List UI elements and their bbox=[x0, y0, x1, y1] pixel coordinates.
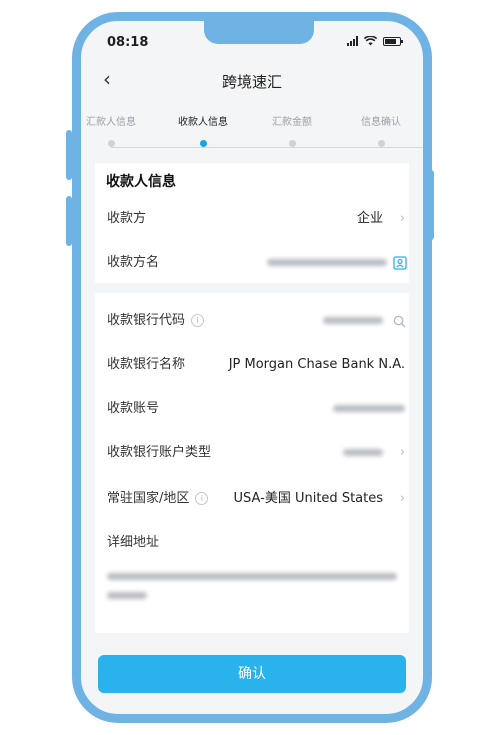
country-label-text: 常驻国家/地区 bbox=[107, 491, 190, 506]
step-sender-info: 汇款人信息 bbox=[81, 113, 151, 147]
progress-steps: 汇款人信息 收款人信息 汇款金额 信息确认 bbox=[81, 113, 423, 153]
step-dot-active bbox=[199, 140, 207, 147]
chevron-right-icon: › bbox=[399, 491, 405, 506]
status-bar: 08:18 bbox=[81, 21, 423, 61]
battery-icon bbox=[383, 36, 403, 46]
step-dot bbox=[377, 140, 385, 147]
bank-code-value-redacted bbox=[323, 309, 383, 333]
signal-icon bbox=[347, 36, 358, 46]
confirm-button[interactable]: 确认 bbox=[98, 655, 406, 693]
phone-frame: 08:18 ‹ 跨境速汇 汇款人信息 收款人信息 汇款金额 信息确认 收款方 企… bbox=[72, 12, 432, 723]
page-title: 跨境速汇 bbox=[221, 73, 282, 91]
country-label: 常驻国家/地区 i bbox=[107, 487, 209, 511]
bank-code-label-text: 收款银行代码 bbox=[107, 313, 186, 328]
account-type-row[interactable]: 收款银行账户类型 › bbox=[95, 441, 409, 485]
account-number-label: 收款账号 bbox=[107, 401, 160, 416]
bank-name-value: JP Morgan Chase Bank N.A. bbox=[228, 357, 405, 372]
wifi-icon bbox=[364, 36, 377, 46]
chevron-right-icon: › bbox=[399, 211, 405, 226]
country-value: USA-美国 United States bbox=[233, 491, 383, 506]
contact-book-icon[interactable] bbox=[393, 256, 407, 270]
step-dot bbox=[288, 140, 296, 147]
step-label: 信息确认 bbox=[361, 117, 401, 128]
step-label: 汇款人信息 bbox=[86, 117, 136, 128]
payee-name-value-redacted bbox=[267, 251, 387, 275]
search-icon[interactable] bbox=[393, 315, 406, 328]
section-title: 收款人信息 bbox=[106, 174, 176, 190]
step-amount: 汇款金额 bbox=[252, 113, 332, 147]
payee-type-row[interactable]: 收款方 企业 › bbox=[95, 207, 409, 251]
status-icons bbox=[347, 36, 403, 46]
payee-name-row[interactable]: 收款方名 bbox=[95, 251, 409, 295]
bank-name-row: 收款银行名称 JP Morgan Chase Bank N.A. bbox=[95, 353, 409, 397]
payee-name-label: 收款方名 bbox=[107, 255, 160, 270]
bank-card: 收款银行代码 i 收款银行名称 JP Morgan Chase Bank N.A.… bbox=[95, 293, 409, 633]
account-number-value-redacted bbox=[333, 397, 405, 421]
step-dot bbox=[107, 140, 115, 147]
payee-type-label: 收款方 bbox=[107, 211, 147, 226]
account-type-label: 收款银行账户类型 bbox=[107, 445, 212, 460]
country-row[interactable]: 常驻国家/地区 i USA-美国 United States › bbox=[95, 487, 409, 531]
address-value-redacted bbox=[107, 573, 397, 599]
info-icon[interactable]: i bbox=[191, 314, 205, 327]
step-label: 收款人信息 bbox=[178, 117, 228, 128]
steps-line bbox=[111, 147, 423, 148]
step-confirm-info: 信息确认 bbox=[341, 113, 421, 147]
bank-code-label: 收款银行代码 i bbox=[107, 309, 205, 333]
address-label: 详细地址 bbox=[107, 535, 160, 550]
address-row[interactable]: 详细地址 bbox=[95, 531, 409, 621]
step-label: 汇款金额 bbox=[272, 117, 312, 128]
chevron-right-icon: › bbox=[399, 445, 405, 460]
status-time: 08:18 bbox=[107, 35, 149, 50]
bank-code-row[interactable]: 收款银行代码 i bbox=[95, 309, 409, 353]
info-icon[interactable]: i bbox=[195, 492, 209, 505]
bank-name-label: 收款银行名称 bbox=[107, 357, 186, 372]
payee-type-value: 企业 bbox=[356, 211, 383, 226]
account-number-row[interactable]: 收款账号 bbox=[95, 397, 409, 441]
step-payee-info: 收款人信息 bbox=[163, 113, 243, 147]
nav-bar: ‹ 跨境速汇 bbox=[81, 63, 423, 103]
account-type-value-redacted bbox=[343, 441, 383, 465]
